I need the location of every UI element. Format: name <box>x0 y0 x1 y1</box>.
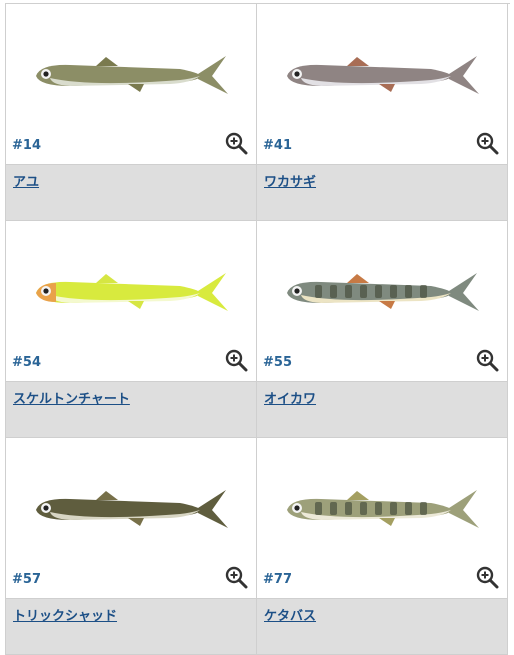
tail-fin <box>449 56 479 94</box>
pelvic-fin <box>128 301 144 309</box>
side-stripe <box>360 502 367 515</box>
color-code: #14 <box>12 138 41 153</box>
tail-fin <box>198 490 228 528</box>
product-name-link[interactable]: ワカサギ <box>264 171 316 190</box>
side-stripe <box>315 285 322 298</box>
fish-pupil <box>43 505 49 511</box>
side-stripe <box>345 502 352 515</box>
zoom-in-icon[interactable] <box>475 131 499 155</box>
product-image-area[interactable]: #14 <box>6 4 256 164</box>
side-stripe <box>330 502 337 515</box>
fish-pupil <box>294 288 300 294</box>
dorsal-fin <box>96 57 118 66</box>
zoom-in-icon[interactable] <box>475 565 499 589</box>
side-stripe <box>330 285 337 298</box>
grid-row: #57 トリックシャッド #77 ケタバス <box>6 438 510 655</box>
fish-lure-image[interactable] <box>281 271 481 315</box>
product-card: #57 トリックシャッド <box>6 438 257 655</box>
product-name-area: オイカワ <box>257 381 507 437</box>
pelvic-fin <box>379 301 395 309</box>
zoom-in-icon[interactable] <box>475 348 499 372</box>
product-image-area[interactable]: #54 <box>6 221 256 381</box>
tail-fin <box>449 490 479 528</box>
product-card: #55 オイカワ <box>257 221 508 438</box>
zoom-in-icon[interactable] <box>224 565 248 589</box>
fish-lure-image[interactable] <box>30 271 230 315</box>
dorsal-fin <box>96 491 118 500</box>
fish-lure-image[interactable] <box>281 54 481 98</box>
product-card: #77 ケタバス <box>257 438 508 655</box>
fish-lure-image[interactable] <box>30 54 230 98</box>
product-image-area[interactable]: #55 <box>257 221 507 381</box>
side-stripe <box>345 285 352 298</box>
product-name-area: スケルトンチャート <box>6 381 256 437</box>
fish-pupil <box>43 288 49 294</box>
color-code: #54 <box>12 355 41 370</box>
pelvic-fin <box>379 84 395 92</box>
product-name-area: アユ <box>6 164 256 220</box>
product-name-area: ケタバス <box>257 598 507 654</box>
product-card: #14 アユ <box>6 4 257 221</box>
dorsal-fin <box>347 274 369 283</box>
side-stripe <box>375 285 382 298</box>
product-name-link[interactable]: アユ <box>13 171 39 190</box>
product-card: #54 スケルトンチャート <box>6 221 257 438</box>
pelvic-fin <box>128 518 144 526</box>
side-stripe <box>405 285 412 298</box>
color-code: #57 <box>12 572 41 587</box>
product-name-link[interactable]: トリックシャッド <box>13 605 117 624</box>
zoom-in-icon[interactable] <box>224 348 248 372</box>
grid-row: #14 アユ #41 ワカサギ <box>6 4 510 221</box>
color-code: #41 <box>263 138 292 153</box>
product-grid: #14 アユ #41 ワカサギ #54 スケルトンチャート #55 オイカワ #… <box>5 3 510 655</box>
dorsal-fin <box>347 57 369 66</box>
fish-lure-image[interactable] <box>30 488 230 532</box>
color-code: #55 <box>263 355 292 370</box>
zoom-in-icon[interactable] <box>224 131 248 155</box>
product-image-area[interactable]: #77 <box>257 438 507 598</box>
product-name-area: トリックシャッド <box>6 598 256 654</box>
fish-lure-image[interactable] <box>281 488 481 532</box>
product-name-link[interactable]: スケルトンチャート <box>13 388 130 407</box>
tail-fin <box>449 273 479 311</box>
pelvic-fin <box>128 84 144 92</box>
product-image-area[interactable]: #57 <box>6 438 256 598</box>
fish-pupil <box>43 71 49 77</box>
side-stripe <box>405 502 412 515</box>
side-stripe <box>390 285 397 298</box>
side-stripe <box>390 502 397 515</box>
dorsal-fin <box>96 274 118 283</box>
side-stripe <box>375 502 382 515</box>
tail-fin <box>198 56 228 94</box>
product-card: #41 ワカサギ <box>257 4 508 221</box>
dorsal-fin <box>347 491 369 500</box>
product-name-link[interactable]: ケタバス <box>264 605 316 624</box>
product-name-area: ワカサギ <box>257 164 507 220</box>
fish-pupil <box>294 505 300 511</box>
pelvic-fin <box>379 518 395 526</box>
tail-fin <box>198 273 228 311</box>
product-image-area[interactable]: #41 <box>257 4 507 164</box>
side-stripe <box>360 285 367 298</box>
fish-pupil <box>294 71 300 77</box>
product-name-link[interactable]: オイカワ <box>264 388 316 407</box>
side-stripe <box>420 502 427 515</box>
side-stripe <box>420 285 427 298</box>
grid-row: #54 スケルトンチャート #55 オイカワ <box>6 221 510 438</box>
side-stripe <box>315 502 322 515</box>
color-code: #77 <box>263 572 292 587</box>
